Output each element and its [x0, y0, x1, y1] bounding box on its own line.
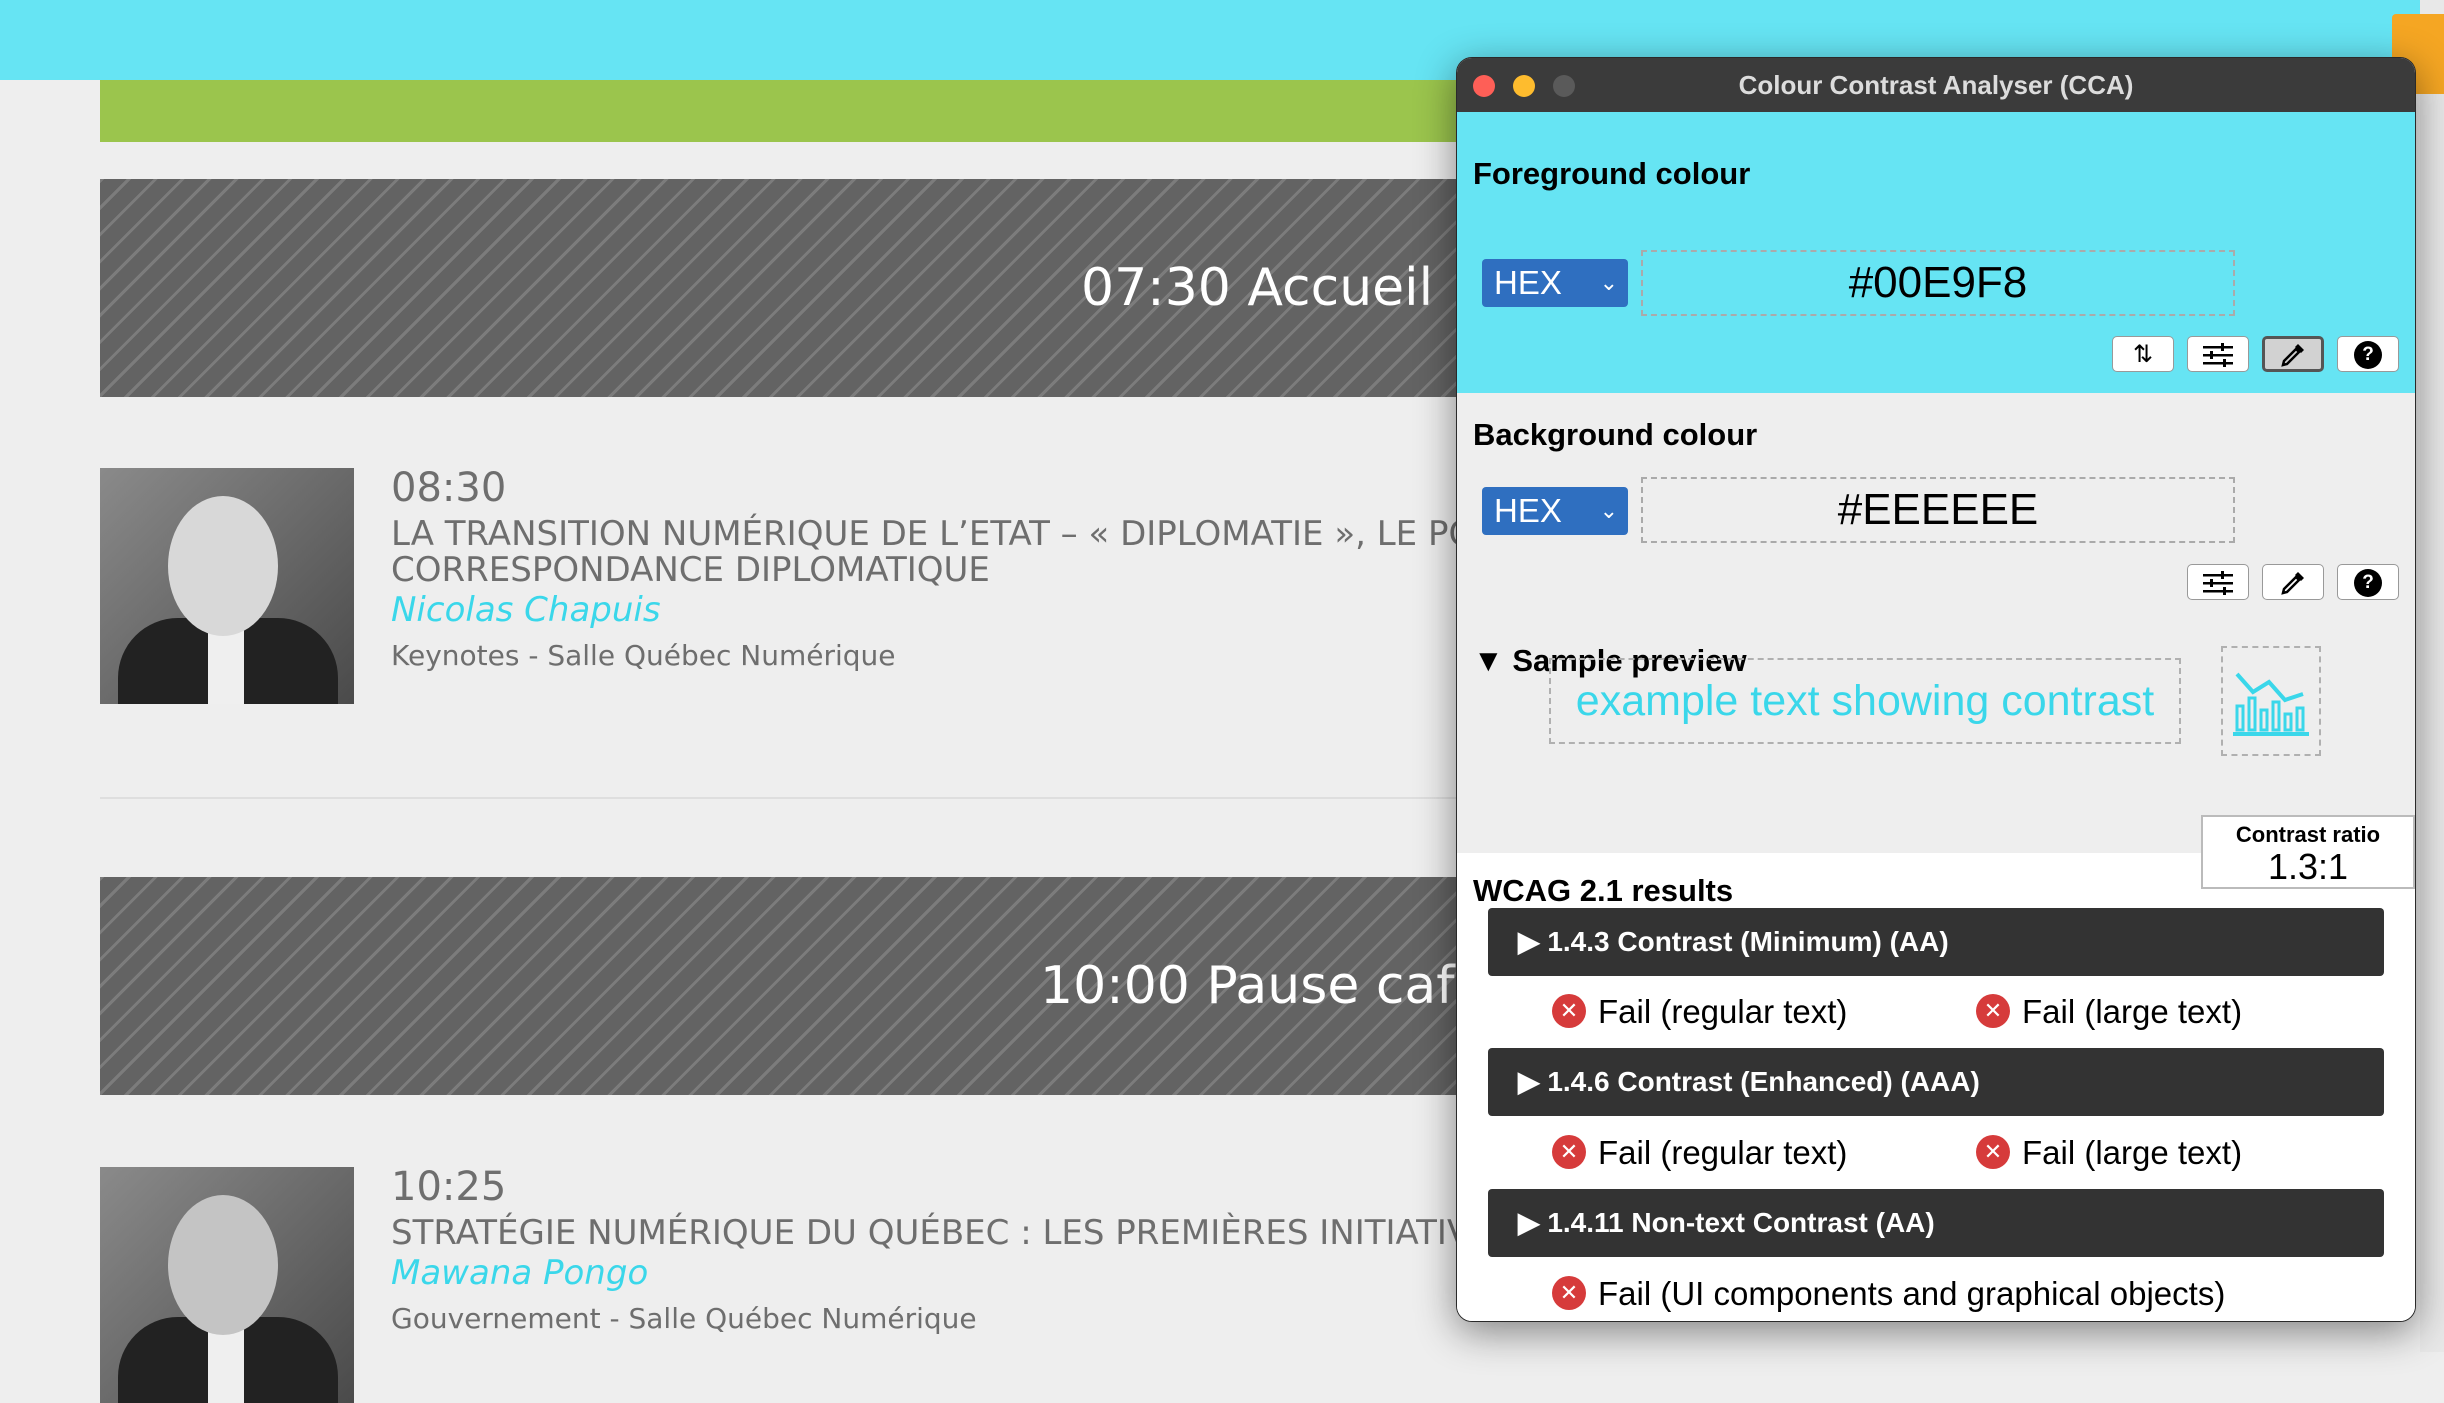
accent-bar: [100, 80, 1500, 142]
format-value: HEX: [1494, 264, 1562, 301]
cca-window: Colour Contrast Analyser (CCA) Foregroun…: [1456, 57, 2416, 1322]
triangle-right-icon: ▶: [1518, 1207, 1540, 1238]
background-sliders-button[interactable]: [2187, 564, 2249, 600]
background-hex-input[interactable]: #EEEEEE: [1641, 477, 2235, 543]
result-label: Fail (regular text): [1598, 1134, 1848, 1171]
eyedropper-icon: [2281, 344, 2304, 367]
criterion-1-4-11-toggle[interactable]: ▶ 1.4.11 Non-text Contrast (AA): [1488, 1189, 2384, 1257]
session-title[interactable]: LA TRANSITION NUMÉRIQUE DE L’ETAT – « DI…: [391, 516, 1471, 552]
fail-icon: ✕: [1552, 994, 1586, 1029]
foreground-help-button[interactable]: ?: [2337, 336, 2399, 372]
schedule-break-band: 07:30 Accueil: [100, 179, 1500, 397]
help-icon: ?: [2354, 341, 2382, 369]
session-speaker-link[interactable]: Nicolas Chapuis: [391, 588, 1471, 632]
background-panel: Background colour HEX ⌄ #EEEEEE ? ▼ Samp…: [1457, 393, 2415, 853]
criterion-1-4-3-toggle[interactable]: ▶ 1.4.3 Contrast (Minimum) (AA): [1488, 908, 2384, 976]
window-title: Colour Contrast Analyser (CCA): [1738, 70, 2134, 100]
chevron-down-icon: ⌄: [1599, 270, 1618, 295]
triangle-down-icon: ▼: [1473, 643, 1504, 678]
criterion-label: 1.4.11 Non-text Contrast (AA): [1547, 1207, 1935, 1238]
criterion-label: 1.4.3 Contrast (Minimum) (AA): [1547, 926, 1949, 957]
result-label: Fail (regular text): [1598, 993, 1848, 1030]
speaker-photo: [100, 468, 354, 704]
foreground-hex-input[interactable]: #00E9F8: [1641, 250, 2235, 316]
result-label: Fail (large text): [2022, 1134, 2243, 1171]
chart-icon: [2233, 672, 2309, 736]
session-title[interactable]: STRATÉGIE NUMÉRIQUE DU QUÉBEC : LES PREM…: [391, 1215, 1471, 1251]
triangle-right-icon: ▶: [1518, 926, 1540, 957]
criterion-label: 1.4.6 Contrast (Enhanced) (AAA): [1547, 1066, 1980, 1097]
eyedropper-icon: [2281, 572, 2304, 595]
triangle-right-icon: ▶: [1518, 1066, 1540, 1097]
background-heading: Background colour: [1473, 417, 1758, 452]
criterion-1-4-6-toggle[interactable]: ▶ 1.4.6 Contrast (Enhanced) (AAA): [1488, 1048, 2384, 1116]
session-venue: Gouvernement - Salle Québec Numérique: [391, 1302, 977, 1335]
contrast-ratio-label: Contrast ratio: [2235, 822, 2381, 847]
foreground-sliders-button[interactable]: [2187, 336, 2249, 372]
fail-icon: ✕: [1976, 1135, 2010, 1170]
break-label: 10:00 Pause café: [1040, 956, 1487, 1016]
foreground-panel: Foreground colour HEX ⌄ #00E9F8 ⇅ ?: [1457, 112, 2415, 393]
result-1-4-11-ui: ✕ Fail (UI components and graphical objec…: [1552, 1274, 2225, 1314]
result-label: Fail (UI components and graphical object…: [1598, 1275, 2226, 1312]
result-1-4-3-regular: ✕ Fail (regular text): [1552, 992, 1847, 1032]
divider: [100, 797, 1500, 799]
sliders-icon: [2203, 571, 2233, 595]
schedule-session: 10:25 STRATÉGIE NUMÉRIQUE DU QUÉBEC : LE…: [391, 1163, 1471, 1339]
result-1-4-6-regular: ✕ Fail (regular text): [1552, 1133, 1847, 1173]
sample-text-preview: example text showing contrast: [1549, 658, 2181, 744]
swap-colours-button[interactable]: ⇅: [2112, 336, 2174, 372]
background-format-select[interactable]: HEX ⌄: [1482, 487, 1628, 535]
chevron-down-icon: ⌄: [1599, 498, 1618, 523]
foreground-heading: Foreground colour: [1473, 156, 1751, 191]
window-titlebar[interactable]: Colour Contrast Analyser (CCA): [1457, 58, 2415, 112]
sample-graphic-preview: [2221, 646, 2321, 756]
result-label: Fail (large text): [2022, 993, 2243, 1030]
schedule-session: 08:30 LA TRANSITION NUMÉRIQUE DE L’ETAT …: [391, 464, 1471, 676]
session-time: 08:30: [391, 465, 507, 511]
foreground-eyedropper-button[interactable]: [2262, 336, 2324, 372]
contrast-ratio-value: 1.3:1: [2267, 846, 2349, 887]
session-time: 10:25: [391, 1164, 507, 1210]
swap-icon: ⇅: [2132, 340, 2154, 368]
social-share-strip: [2420, 0, 2444, 1352]
fail-icon: ✕: [1552, 1135, 1586, 1170]
contrast-ratio-box: Contrast ratio 1.3:1: [2201, 815, 2415, 889]
session-speaker-link[interactable]: Mawana Pongo: [391, 1251, 1471, 1295]
background-help-button[interactable]: ?: [2337, 564, 2399, 600]
result-1-4-6-large: ✕ Fail (large text): [1976, 1133, 2242, 1173]
format-value: HEX: [1494, 492, 1562, 529]
help-icon: ?: [2354, 569, 2382, 597]
break-label: 07:30 Accueil: [1081, 258, 1434, 318]
session-title-continued[interactable]: CORRESPONDANCE DIPLOMATIQUE: [391, 552, 1471, 588]
sliders-icon: [2203, 343, 2233, 367]
speaker-photo: [100, 1167, 354, 1403]
schedule-break-band: 10:00 Pause café: [100, 877, 1500, 1095]
background-eyedropper-button[interactable]: [2262, 564, 2324, 600]
fail-icon: ✕: [1552, 1276, 1586, 1311]
foreground-format-select[interactable]: HEX ⌄: [1482, 259, 1628, 307]
session-venue: Keynotes - Salle Québec Numérique: [391, 639, 896, 672]
results-heading: WCAG 2.1 results: [1473, 873, 1734, 908]
result-1-4-3-large: ✕ Fail (large text): [1976, 992, 2242, 1032]
fail-icon: ✕: [1976, 994, 2010, 1029]
